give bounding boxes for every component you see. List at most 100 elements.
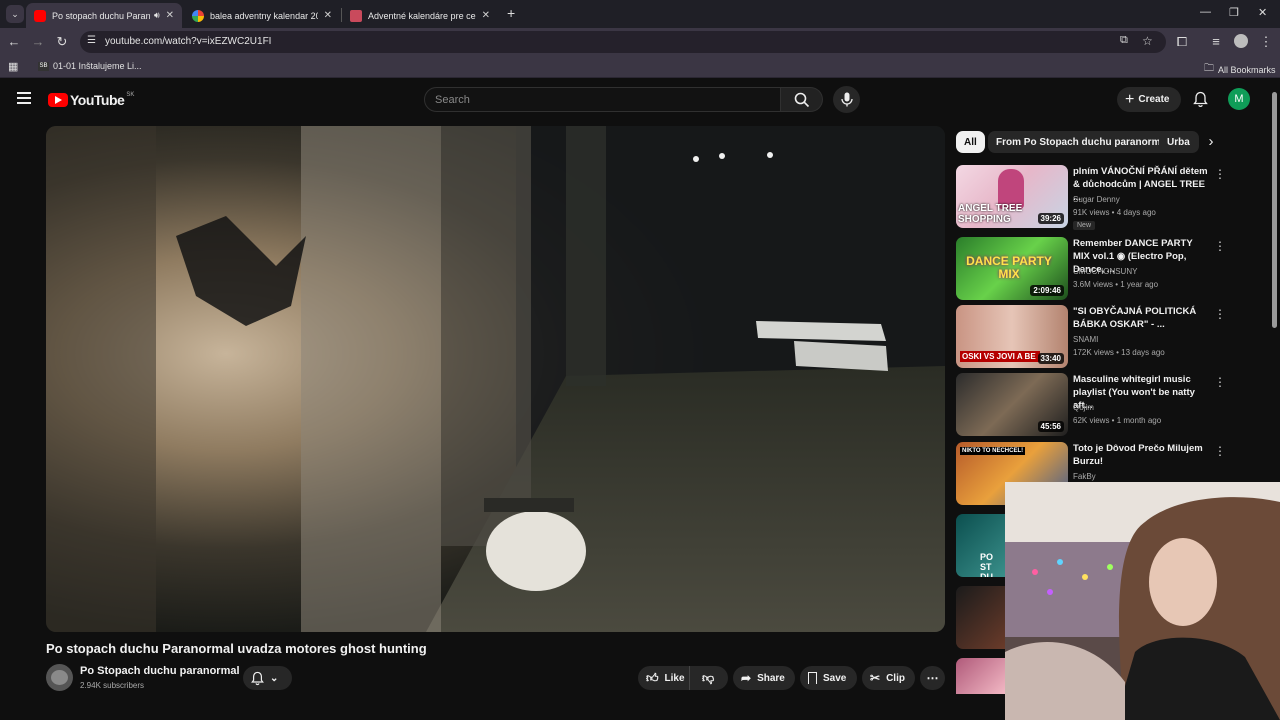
search-placeholder: Search	[435, 94, 470, 106]
video-thumbnail[interactable]: DANCE PARTY MIX 2:09:46	[956, 237, 1068, 300]
microphone-icon	[841, 92, 853, 107]
share-label: Share	[757, 672, 785, 684]
kebab-menu-icon[interactable]: ⋮	[1214, 444, 1226, 458]
bookmark-item[interactable]: SB 01-01 Inštalujeme Li...	[38, 61, 142, 71]
video-meta: 172K views • 13 days ago	[1073, 348, 1165, 357]
video-player[interactable]	[46, 126, 945, 632]
thumbs-up-icon: 👍︎	[646, 670, 659, 685]
channel-name[interactable]: Po Stopach duchu paranormal	[80, 665, 240, 677]
clip-button[interactable]: ✂ Clip	[862, 666, 915, 690]
profile-icon[interactable]	[1233, 34, 1249, 50]
chip-from-channel[interactable]: From Po Stopach duchu paranormal	[988, 131, 1177, 153]
browser-toolbar: ← → ↻ ☰ youtube.com/watch?v=ixEZWC2U1FI …	[0, 28, 1280, 56]
tab-advent[interactable]: Adventné kalendáre pre celú ro ✕	[342, 3, 498, 28]
chip-related[interactable]: Urba	[1159, 131, 1199, 153]
reload-button[interactable]: ↻	[54, 34, 70, 50]
all-bookmarks-label: All Bookmarks	[1218, 64, 1276, 75]
thumbs-down-icon: 👎︎	[702, 670, 715, 685]
more-horizontal-icon: ⋯	[926, 671, 939, 685]
video-title: "SI OBYČAJNÁ POLITICKÁ BÁBKA OSKAR" - ..…	[1073, 306, 1197, 330]
channel-avatar[interactable]	[46, 664, 73, 691]
browser-tab-bar: ⌄ Po stopach duchu Paranormal 🔊︎ ✕ balea…	[0, 0, 1280, 28]
extensions-icon[interactable]: ⧠	[1174, 34, 1190, 50]
new-badge: New	[1073, 221, 1096, 230]
speaker-icon[interactable]: 🔊︎	[154, 10, 160, 21]
video-thumbnail[interactable]: 45:56	[956, 373, 1068, 436]
folder-icon: 🗀︎	[1204, 63, 1214, 74]
video-thumbnail-partial[interactable]	[956, 586, 1005, 649]
youtube-header: YouTube SK Search + Create M	[0, 80, 1280, 120]
subscriber-count: 2.94K subscribers	[80, 681, 145, 690]
kebab-menu-icon[interactable]: ⋮	[1214, 167, 1226, 181]
kebab-menu-icon[interactable]: ⋮	[1214, 375, 1226, 389]
cast-icon[interactable]: ⧉	[1120, 34, 1128, 47]
tab-youtube[interactable]: Po stopach duchu Paranormal 🔊︎ ✕	[26, 3, 182, 28]
video-title: Po stopach duchu Paranormal uvadza motor…	[46, 641, 427, 656]
video-thumbnail[interactable]: ANGEL TREE SHOPPING 39:26	[956, 165, 1068, 228]
site-info-icon[interactable]: ☰	[87, 35, 96, 46]
back-button[interactable]: ←	[6, 34, 22, 50]
thumbnail-caption: NIKTO TO NECHCEL!	[960, 447, 1026, 455]
recommendation-item[interactable]: OSKI VS JOVI A BE 33:40 "SI OBYČAJNÁ POL…	[956, 305, 1256, 369]
share-button[interactable]: ➦ Share	[733, 666, 795, 690]
browser-menu-icon[interactable]: ⋮	[1258, 34, 1274, 50]
kebab-menu-icon[interactable]: ⋮	[1214, 239, 1226, 253]
close-window-button[interactable]: ✕	[1258, 6, 1267, 19]
tab-search-button[interactable]: ⌄	[6, 5, 24, 23]
video-meta: 62K views • 1 month ago	[1073, 416, 1162, 425]
account-avatar[interactable]: M	[1228, 88, 1250, 110]
kebab-menu-icon[interactable]: ⋮	[1214, 307, 1226, 321]
address-bar[interactable]: ☰ youtube.com/watch?v=ixEZWC2U1FI ⧉ ☆	[80, 31, 1166, 53]
minimize-button[interactable]: —	[1200, 6, 1211, 18]
dislike-button[interactable]: 👎︎	[690, 666, 728, 690]
bookmark-star-icon[interactable]: ☆	[1142, 34, 1153, 48]
restore-button[interactable]: ❐	[1229, 6, 1239, 19]
recommendation-item[interactable]: 45:56 Masculine whitegirl music playlist…	[956, 373, 1256, 437]
all-bookmarks[interactable]: 🗀︎ All Bookmarks	[1204, 61, 1276, 78]
tab-google[interactable]: balea adventny kalendar 2025 ✕	[184, 3, 340, 28]
url-text: youtube.com/watch?v=ixEZWC2U1FI	[105, 36, 272, 47]
clip-label: Clip	[886, 672, 905, 684]
search-button[interactable]	[781, 87, 823, 112]
site-favicon-icon	[350, 9, 362, 22]
forward-button[interactable]: →	[30, 34, 46, 50]
like-button[interactable]: 👍︎ Like	[638, 666, 690, 690]
close-tab-icon[interactable]: ✕	[166, 10, 174, 21]
search-icon	[794, 92, 810, 108]
recommendation-item[interactable]: ANGEL TREE SHOPPING 39:26 plním VÁNOČNÍ …	[956, 165, 1256, 230]
bookmark-label: 01-01 Inštalujeme Li...	[53, 61, 142, 71]
bookmark-favicon-icon: SB	[38, 61, 49, 71]
youtube-logo[interactable]: YouTube SK	[48, 92, 134, 108]
video-thumbnail[interactable]: OSKI VS JOVI A BE 33:40	[956, 305, 1068, 368]
video-frame	[46, 126, 945, 632]
video-title: Toto je Dôvod Prečo Milujem Burzu!	[1073, 443, 1203, 467]
video-meta: 91K views • 4 days ago	[1073, 208, 1156, 217]
share-arrow-icon: ➦	[741, 671, 752, 685]
bookmark-icon	[808, 672, 817, 684]
video-thumbnail-partial[interactable]: PO ST DU	[956, 514, 1005, 577]
notifications-icon[interactable]	[1193, 91, 1208, 111]
video-thumbnail-partial[interactable]	[956, 658, 1005, 694]
chip-all[interactable]: All	[956, 131, 985, 153]
hamburger-menu-icon[interactable]	[17, 92, 31, 104]
logo-text: YouTube	[70, 92, 125, 108]
chevron-right-icon[interactable]: ›	[1202, 131, 1220, 153]
apps-grid-icon[interactable]: ▦	[8, 60, 18, 73]
page-scrollbar[interactable]	[1272, 92, 1277, 328]
close-tab-icon[interactable]: ✕	[324, 10, 332, 21]
bookmarks-bar: ▦ SB 01-01 Inštalujeme Li... 🗀︎ All Book…	[0, 56, 1280, 78]
search-input[interactable]: Search	[424, 87, 781, 112]
reading-list-icon[interactable]: ≡	[1208, 34, 1224, 50]
subscription-bell-button[interactable]: ⌄	[243, 666, 292, 690]
close-tab-icon[interactable]: ✕	[482, 10, 490, 21]
more-actions-button[interactable]: ⋯	[920, 666, 945, 690]
create-button[interactable]: + Create	[1117, 87, 1181, 112]
voice-search-button[interactable]	[833, 86, 860, 113]
new-tab-button[interactable]: +	[507, 5, 515, 21]
save-label: Save	[823, 672, 847, 684]
google-favicon-icon	[192, 9, 204, 22]
save-button[interactable]: Save	[800, 666, 857, 690]
thumbnail-caption: PO ST DU	[980, 552, 994, 577]
recommendation-item[interactable]: DANCE PARTY MIX 2:09:46 Remember DANCE P…	[956, 237, 1256, 301]
channel-name: Sugar Denny	[1073, 195, 1120, 204]
